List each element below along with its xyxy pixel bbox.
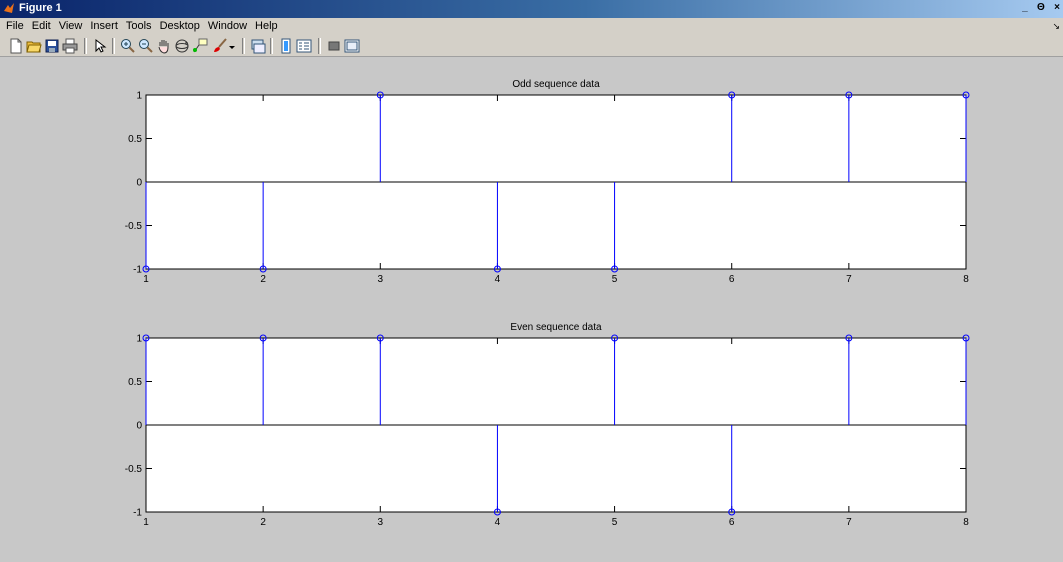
edit-plot-arrow-icon[interactable] [92,38,108,54]
matlab-logo-icon [4,3,14,13]
figure-plots: Odd sequence data1 2 3 4 5 6 7 8-1-0.500.51Even… [125,79,970,528]
y-tick-label: 0.5 [128,377,142,388]
axes-title: Odd sequence data [512,79,600,90]
link-plot-icon[interactable] [250,38,266,54]
pan-hand-icon[interactable] [156,38,172,54]
legend-icon[interactable] [296,38,312,54]
y-tick-label: 1 [136,334,142,345]
axes-2: Even sequence data 1 2 3 4 5 6 7 8 -1 -0.5 0 0.5 1 [125,322,970,528]
x-tick-label: 6 [729,274,735,285]
axes-title: Even sequence data [510,322,602,333]
x-tick-label: 4 [495,274,501,285]
menu-window[interactable]: Window [204,18,251,35]
zoom-in-icon[interactable] [120,38,136,54]
y-tick-label: 1 [136,91,142,102]
menubar: File Edit View Insert Tools Desktop Window Help… [0,18,1063,35]
toolbar-separator [84,38,87,54]
toolbar-separator [270,38,273,54]
y-tick-label: -1 [133,508,142,519]
data-cursor-icon[interactable] [192,38,208,54]
y-tick-label: 0.5 [128,134,142,145]
x-tick-label: 5 [612,274,618,285]
x-tick-label: 3 [378,274,384,285]
x-tick-label: 4 [495,517,501,528]
x-tick-label: 7 [846,517,852,528]
x-tick-label: 8 [963,274,969,285]
x-tick-label: 6 [729,517,735,528]
menu-desktop[interactable]: Desktop [156,18,204,35]
window-controls: _ Θ × [1018,1,1063,16]
menu-insert[interactable]: Insert [86,18,122,35]
close-button[interactable]: × [1051,1,1063,14]
y-tick-label: 0 [136,178,142,189]
x-tick-label: 1 [143,517,149,528]
window-titlebar: Figure 1 _ Θ × [0,0,1063,18]
menu-help[interactable]: Help [251,18,282,35]
toolbar-separator [112,38,115,54]
brush-dropdown-icon[interactable] [228,38,236,54]
toolbar-separator [318,38,321,54]
figure-toolbar [0,35,1063,57]
x-tick-label: 8 [963,517,969,528]
show-plot-tools-icon[interactable] [344,38,360,54]
figure-canvas: Odd sequence data 1 2 3 4 5 6 7 8 -1 -0.5 0 0.5 1 Even… [0,57,1063,562]
menubar-overflow-icon[interactable]: ↘ [1052,21,1060,32]
toolbar-separator [242,38,245,54]
menu-edit[interactable]: Edit [28,18,55,35]
y-tick-label: -0.5 [125,464,143,475]
y-tick-label: -1 [133,265,142,276]
x-tick-label: 3 [378,517,384,528]
y-tick-label: -0.5 [125,221,143,232]
menu-view[interactable]: View [55,18,87,35]
x-tick-label: 2 [260,274,266,285]
rotate-3d-icon[interactable] [174,38,190,54]
hide-plot-tools-icon[interactable] [326,38,342,54]
save-icon[interactable] [44,38,60,54]
menu-file[interactable]: File [0,18,28,35]
x-tick-label: 1 [143,274,149,285]
maximize-button[interactable]: Θ [1035,1,1047,14]
x-tick-label: 2 [260,517,266,528]
new-figure-icon[interactable] [8,38,24,54]
window-title: Figure 1 [19,2,62,14]
x-tick-label: 5 [612,517,618,528]
minimize-button[interactable]: _ [1019,1,1031,14]
print-icon[interactable] [62,38,78,54]
open-file-icon[interactable] [26,38,42,54]
x-tick-label: 7 [846,274,852,285]
zoom-out-icon[interactable] [138,38,154,54]
brush-icon[interactable] [212,38,228,54]
colorbar-icon[interactable] [278,38,294,54]
menu-tools[interactable]: Tools [122,18,156,35]
axes-1: Odd sequence data 1 2 3 4 5 6 7 8 -1 -0.5 0 0.5 1 [125,79,970,285]
y-tick-label: 0 [136,421,142,432]
